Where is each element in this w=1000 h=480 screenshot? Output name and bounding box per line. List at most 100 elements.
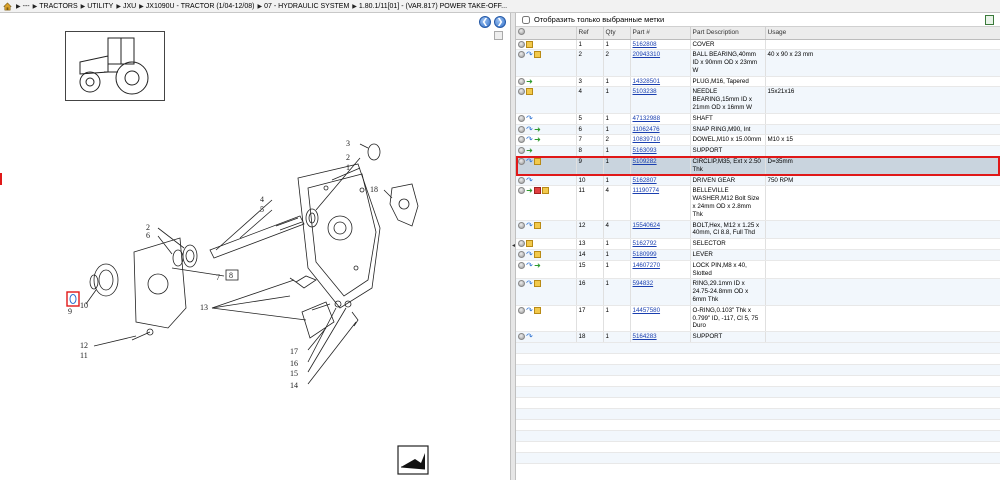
show-selected-only-checkbox[interactable] — [522, 15, 530, 24]
cell-part-number-text[interactable]: 14607270 — [633, 262, 661, 269]
select-part-icon[interactable] — [518, 240, 525, 248]
table-row[interactable]: ↷ 10 1 5162807 DRIVEN GEAR 750 RPM — [516, 175, 1000, 187]
cell-part-number-text[interactable]: 5162808 — [633, 41, 657, 48]
package-icon[interactable] — [534, 280, 541, 288]
breadcrumb-item[interactable]: 1.80.1/11[01] - (VAR.817) POWER TAKE-OFF… — [359, 3, 507, 10]
cell-part-number[interactable]: 5163093 — [630, 145, 691, 158]
callout-11[interactable]: 11 — [80, 351, 88, 360]
table-row[interactable]: 13 1 5162792 SELECTOR — [516, 238, 1000, 251]
package-icon[interactable] — [534, 158, 541, 166]
cell-part-number[interactable]: 5109282 — [630, 156, 691, 176]
replacement-icon[interactable]: ↷ — [526, 280, 533, 288]
table-row[interactable]: ↷ ➜ 15 1 14607270 LOCK PIN,M8 x 40, Slotted — [516, 260, 1000, 280]
callout-17[interactable]: 17 — [290, 347, 298, 356]
replacement-icon[interactable]: ↷ — [526, 261, 533, 269]
next-sheet-icon[interactable] — [397, 445, 429, 475]
select-part-icon[interactable] — [518, 221, 525, 229]
add-to-cart-icon[interactable]: ➜ — [526, 187, 533, 195]
next-page-button[interactable]: ❯ — [494, 16, 506, 28]
select-part-icon[interactable] — [518, 187, 525, 195]
select-part-icon[interactable] — [518, 147, 525, 155]
callout-10[interactable]: 10 — [80, 301, 88, 310]
table-row[interactable]: ↷ 12 4 15540624 BOLT,Hex, M12 x 1.25 x 40mm,… — [516, 220, 1000, 240]
column-header-part[interactable]: Part # — [630, 27, 691, 40]
toggle-selection-icon[interactable] — [494, 31, 503, 40]
select-part-icon[interactable] — [518, 114, 525, 122]
replacement-icon[interactable]: ↷ — [526, 251, 533, 259]
column-header-qty[interactable]: Qty — [603, 27, 631, 40]
previous-page-button[interactable]: ❮ — [479, 16, 491, 28]
breadcrumb-item[interactable]: JX1090U - TRACTOR (1/04-12/08) — [146, 3, 255, 10]
cell-part-number-text[interactable]: 5180999 — [633, 251, 657, 258]
select-part-icon[interactable] — [518, 40, 525, 48]
cell-part-number-text[interactable]: 5163093 — [633, 147, 657, 154]
cell-part-number-text[interactable]: 5162792 — [633, 240, 657, 247]
column-header-usage[interactable]: Usage — [765, 27, 1000, 40]
callout-16[interactable]: 16 — [290, 359, 298, 368]
callout-8[interactable]: 8 — [229, 271, 233, 280]
callout-4[interactable]: 4 — [260, 195, 264, 204]
cell-part-number-text[interactable]: 47132988 — [633, 115, 661, 122]
cell-part-number[interactable]: 15540624 — [630, 220, 691, 240]
table-row[interactable]: ↷ ➜ 7 2 10839710 DOWEL,M10 x 15.00mm M10 x 15 — [516, 134, 1000, 147]
add-to-cart-icon[interactable]: ➜ — [534, 125, 541, 133]
cell-part-number-text[interactable]: 5109282 — [633, 158, 657, 165]
cell-part-number[interactable]: 14457580 — [630, 305, 691, 333]
home-icon[interactable] — [3, 2, 12, 11]
callout-14[interactable]: 14 — [290, 381, 298, 390]
table-row[interactable]: ↷ 5 1 47132988 SHAFT — [516, 113, 1000, 125]
table-row[interactable]: ↷ 17 1 14457580 O-RING,0.103" Thk x 0.799" I… — [516, 305, 1000, 333]
cell-part-number[interactable]: 5162792 — [630, 238, 691, 251]
cell-part-number[interactable]: 5162808 — [630, 39, 691, 51]
select-part-icon[interactable] — [518, 125, 525, 133]
package-icon[interactable] — [526, 240, 533, 248]
select-all-icon[interactable] — [518, 28, 525, 36]
callout-18[interactable]: 18 — [370, 185, 378, 194]
column-header-select[interactable] — [516, 27, 577, 40]
column-header-ref[interactable]: Ref — [576, 27, 604, 40]
cell-part-number[interactable]: 11190774 — [630, 185, 691, 221]
cell-part-number[interactable]: 14607270 — [630, 260, 691, 280]
cell-part-number-text[interactable]: 15540624 — [633, 222, 661, 229]
package-icon[interactable] — [526, 40, 533, 48]
callout-12[interactable]: 12 — [80, 341, 88, 350]
breadcrumb-item[interactable]: 07 - HYDRAULIC SYSTEM — [264, 3, 349, 10]
table-row[interactable]: ↷ 2 2 20943310 BALL BEARING,40mm ID x 90mm O… — [516, 49, 1000, 77]
breadcrumb-item[interactable]: UTILITY — [87, 3, 113, 10]
cell-part-number-text[interactable]: 5164283 — [633, 333, 657, 340]
cell-part-number-text[interactable]: 14328501 — [633, 78, 661, 85]
replacement-icon[interactable]: ↷ — [526, 221, 533, 229]
select-part-icon[interactable] — [518, 333, 525, 341]
package-icon[interactable] — [526, 88, 533, 96]
cell-part-number[interactable]: 47132988 — [630, 113, 691, 125]
table-row[interactable]: ➜ 3 1 14328501 PLUG,M16, Tapered — [516, 76, 1000, 88]
select-part-icon[interactable] — [518, 77, 525, 85]
callout-2[interactable]: 2 — [346, 153, 350, 162]
replacement-icon[interactable]: ↷ — [526, 114, 533, 122]
cell-part-number[interactable]: 5180999 — [630, 249, 691, 261]
table-row[interactable]: 1 1 5162808 COVER — [516, 39, 1000, 51]
replacement-icon[interactable]: ↷ — [526, 158, 533, 166]
callout-13[interactable]: 13 — [200, 303, 208, 312]
replacement-icon[interactable]: ↷ — [526, 176, 533, 184]
table-row[interactable]: ➜ 8 1 5163093 SUPPORT — [516, 145, 1000, 158]
cell-part-number-text[interactable]: 594832 — [633, 280, 654, 287]
table-row[interactable]: ↷ 9 1 5109282 CIRCLIP,M35, Ext x 2.50 Thk D=3… — [516, 156, 1000, 176]
breadcrumb-item[interactable]: TRACTORS — [39, 3, 77, 10]
cell-part-number-text[interactable]: 11062476 — [633, 126, 660, 133]
replacement-icon[interactable]: ↷ — [526, 306, 533, 314]
cell-part-number-text[interactable]: 20943310 — [633, 51, 661, 58]
replacement-icon[interactable]: ↷ — [526, 125, 533, 133]
select-part-icon[interactable] — [518, 176, 525, 184]
cell-part-number[interactable]: 594832 — [630, 278, 691, 306]
table-row[interactable]: ↷ 16 1 594832 RING,29.1mm ID x 24.75-24.8mm … — [516, 278, 1000, 306]
cell-part-number[interactable]: 10839710 — [630, 134, 691, 147]
table-row[interactable]: ↷ 14 1 5180999 LEVER — [516, 249, 1000, 261]
select-part-icon[interactable] — [518, 136, 525, 144]
cell-part-number[interactable]: 5103238 — [630, 86, 691, 114]
add-to-cart-icon[interactable]: ➜ — [526, 147, 533, 155]
package-icon[interactable] — [534, 251, 541, 259]
package-icon[interactable] — [534, 306, 541, 314]
select-part-icon[interactable] — [518, 158, 525, 166]
table-row[interactable]: ↷ 18 1 5164283 SUPPORT — [516, 331, 1000, 343]
